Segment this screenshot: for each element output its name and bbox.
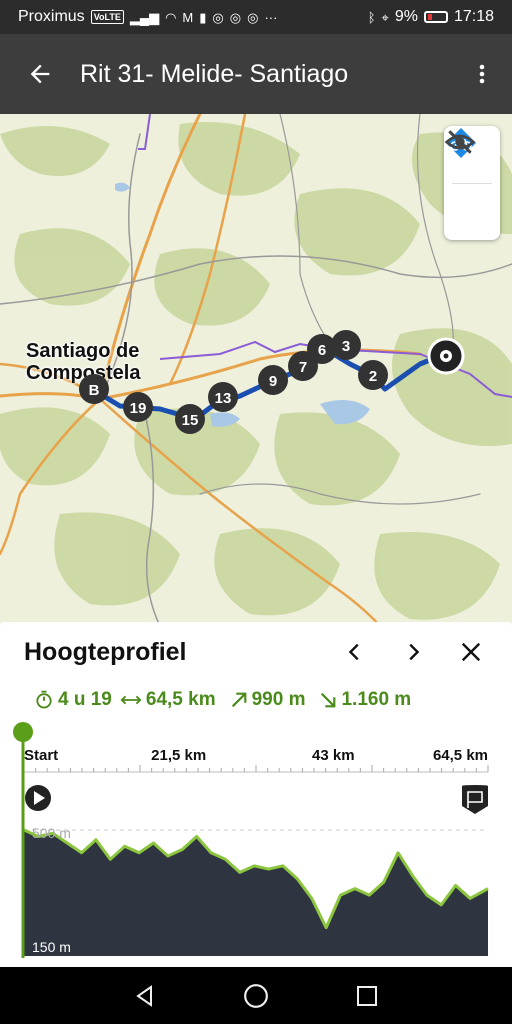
finish-flag-icon [462,785,488,814]
arrow-left-icon [30,64,50,84]
previous-button[interactable] [326,622,384,682]
bluetooth-icon: ᛒ [367,9,376,25]
map-view[interactable]: Santiago de Compostela B 19 15 13 9 7 6 … [0,114,512,626]
chevron-right-icon [409,643,420,661]
distance-value: 64,5 km [145,689,216,710]
location-icon: ⌖ [381,9,389,25]
sheet-header: Hoogteprofiel [0,622,512,682]
system-nav-bar [0,967,512,1024]
x-tick-label: 21,5 km [151,747,206,764]
y-tick-label: 150 m [32,939,71,955]
elevation-area [24,830,488,956]
x-tick-label: 43 km [312,747,355,764]
distance-arrows-icon [120,695,142,705]
overflow-menu-button[interactable] [452,34,512,114]
arrow-up-right-icon [231,692,246,708]
x-tick-label: Start [24,747,58,764]
page-title: Rit 31- Melide- Santiago [80,59,349,88]
system-back-button[interactable] [120,971,170,1021]
close-icon [461,642,481,662]
close-button[interactable] [442,622,500,682]
position-cursor-handle [13,722,33,742]
next-button[interactable] [384,622,442,682]
chevron-left-icon [348,643,359,661]
stopwatch-icon [36,690,52,709]
system-recents-button[interactable] [342,971,392,1021]
chrome-icon: ◎ [247,9,259,25]
distance-stat: 64,5 km [120,689,216,711]
ascent-stat: 990 m [230,689,306,711]
chrome-icon: ◎ [229,9,242,25]
gmail-icon: M [182,9,194,25]
system-home-button[interactable] [231,971,281,1021]
carrier-name: Proximus [18,8,85,25]
ascent-value: 990 m [251,689,306,710]
square-recents-icon [356,985,377,1006]
app-bar: Rit 31- Melide- Santiago [0,34,512,114]
battery-icon [423,11,448,23]
descent-value: 1.160 m [341,689,412,710]
battery-percent: 9% [394,8,418,25]
eye-off-icon [444,130,476,154]
alert-icon: ▮ [199,9,207,25]
duration-value: 4 u 19 [58,689,112,710]
duration-stat: 4 u 19 [34,689,112,711]
map-controls [444,126,500,240]
status-bar: Proximus VoLTE ▂▄▆ ◠ M ▮ ◎ ◎ ◎ ··· ᛒ ⌖ 9… [0,0,512,34]
triangle-back-icon [136,984,153,1007]
more-vert-icon [479,64,485,84]
circle-home-icon [244,983,268,1008]
route-stats: 4 u 19 64,5 km 990 m 1.160 m [34,686,411,714]
volte-badge: VoLTE [90,10,124,24]
y-tick-label: 500 m [32,825,71,841]
descent-stat: 1.160 m [319,689,411,711]
chrome-icon: ◎ [212,9,224,25]
elevation-chart[interactable]: Start 21,5 km 43 km 64,5 km 500 m 150 m [0,722,512,962]
sheet-title: Hoogteprofiel [24,637,187,666]
more-notifications-icon: ··· [264,9,278,25]
elevation-sheet: Hoogteprofiel 4 u 19 64,5 km 990 m 1.160… [0,622,512,967]
x-tick-label: 64,5 km [433,747,488,764]
city-label: Santiago de Compostela [26,340,141,384]
signal-icon: ▂▄▆ [129,9,160,25]
clock: 17:18 [453,8,494,25]
elevation-chart-svg: Start 21,5 km 43 km 64,5 km 500 m 150 m [13,722,489,958]
hide-overlay-button[interactable] [444,130,500,241]
wifi-icon: ◠ [165,9,177,25]
arrow-down-right-icon [321,692,336,708]
